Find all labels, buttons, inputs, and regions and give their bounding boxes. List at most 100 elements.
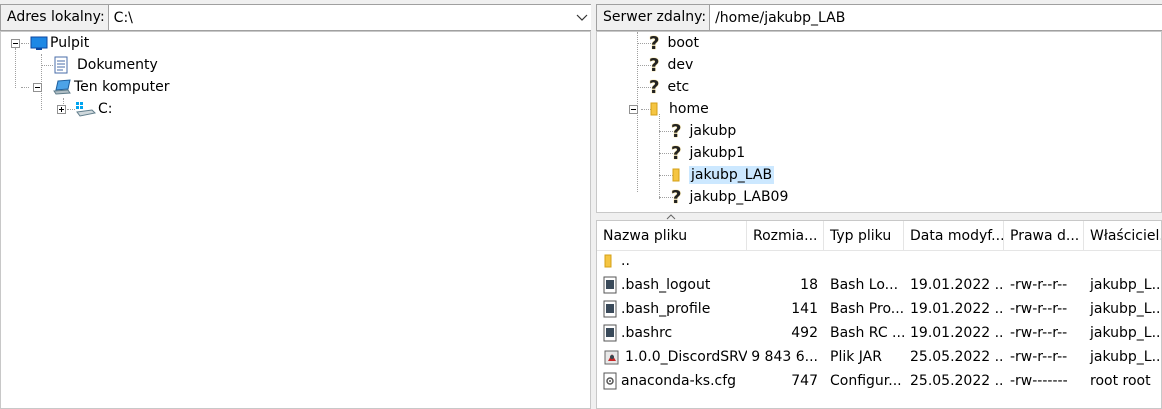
file-name: .bashrc [621,325,673,341]
file-name: .bash_profile [621,301,711,317]
remote-address-input[interactable] [710,5,1162,30]
unknown-icon: ? [649,54,660,76]
drive-icon [76,102,96,117]
tree-node-label: jakubp_LAB09 [689,189,789,205]
file-row[interactable]: .bash_logout 18 Bash Lo... 19.01.2022 ..… [597,273,1161,297]
file-name: .bash_logout [621,277,711,293]
remote-panel: Serwer zdalny: ? boot ? dev [596,0,1162,409]
file-permissions: -rw-r--r-- [1010,325,1068,341]
file-permissions: -rw-r--r-- [1010,301,1068,317]
folder-icon [650,102,658,116]
file-row[interactable]: 1.0.0_DiscordSRV... 9 843 6... Plik JAR … [597,345,1162,369]
config-icon [603,372,617,390]
file-name: 1.0.0_DiscordSRV... [625,349,747,365]
tree-node-home[interactable]: home [649,98,711,120]
column-header-owner[interactable]: Właściciel... [1084,221,1161,251]
tree-node-ten-komputer[interactable]: Ten komputer [52,76,172,98]
file-owner: root root [1090,373,1151,389]
file-size: 492 [791,325,818,341]
unknown-icon: ? [671,120,682,142]
tree-node-label: boot [667,35,699,51]
column-header-name[interactable]: Nazwa pliku [597,221,747,251]
tree-node-label: Dokumenty [77,57,158,73]
computer-icon [53,79,71,95]
tree-node-label: jakubp [689,123,737,139]
column-header-permissions[interactable]: Prawa d... [1004,221,1084,251]
file-type: Configur... [830,373,902,389]
file-size: 747 [791,373,818,389]
local-address-input[interactable] [108,5,593,30]
unknown-icon: ? [671,186,682,208]
file-permissions: -rw------- [1010,373,1068,389]
unknown-icon: ? [671,142,682,164]
file-permissions: -rw-r--r-- [1010,277,1068,293]
chevron-down-icon[interactable] [575,10,589,24]
tree-node-jakubp1[interactable]: ? jakubp1 [671,142,747,164]
local-address-label: Adres lokalny: [0,4,108,31]
file-name: .. [621,253,630,269]
local-address-bar: Adres lokalny: [0,4,594,31]
folder-icon [604,254,612,268]
horizontal-splitter[interactable] [596,213,1162,220]
tree-node-jakubp[interactable]: ? jakubp [671,120,738,142]
tree-node-label: Pulpit [50,35,90,51]
file-date: 25.05.2022 ... [910,349,1004,365]
file-permissions: -rw-r--r-- [1010,349,1068,365]
local-directory-tree[interactable]: Pulpit Dokumenty Ten komputer C: [0,31,591,409]
file-owner: jakubp_L... [1090,349,1162,365]
tree-node-dokumenty[interactable]: Dokumenty [53,54,160,76]
file-size: 141 [791,301,818,317]
remote-address-label: Serwer zdalny: [596,4,710,31]
desktop-icon [30,36,48,50]
tree-node-jakubp-lab[interactable]: jakubp_LAB [671,164,775,186]
file-date: 19.01.2022 ... [910,277,1004,293]
tree-node-label: dev [667,57,694,73]
file-owner: jakubp_L... [1090,325,1162,341]
remote-directory-tree[interactable]: ? boot ? dev ? etc home ? jakubp ? jakub… [596,31,1162,213]
local-panel: Adres lokalny: Pulpit Dokumenty [0,0,594,409]
file-date: 19.01.2022 ... [910,301,1004,317]
file-size: 18 [800,277,818,293]
tree-node-label: etc [667,79,690,95]
file-row-parent[interactable]: .. [597,249,1161,273]
local-address-combobox[interactable] [107,4,594,31]
file-date: 25.05.2022 ... [910,373,1004,389]
file-row[interactable]: anaconda-ks.cfg 747 Configur... 25.05.20… [597,369,1161,393]
tree-node-label: jakubp_LAB [689,166,775,184]
file-type: Bash RC ... [830,325,904,341]
home-collapse-toggle[interactable] [629,105,638,114]
file-icon [603,276,617,294]
tree-node-label: jakubp1 [689,145,746,161]
tree-node-jakubp-lab09[interactable]: ? jakubp_LAB09 [671,186,790,208]
file-type: Plik JAR [830,349,882,365]
file-row[interactable]: .bashrc 492 Bash RC ... 19.01.2022 ... -… [597,321,1162,345]
file-name: anaconda-ks.cfg [621,373,737,389]
file-list-header: Nazwa pliku Rozmia... Typ pliku Data mod… [597,221,1161,251]
file-owner: jakubp_L... [1090,301,1162,317]
pulpit-collapse-toggle[interactable] [11,39,20,48]
tree-node-etc[interactable]: ? etc [649,76,691,98]
tree-node-c-drive[interactable]: C: [74,98,115,120]
column-header-size[interactable]: Rozmia... [747,221,824,251]
tree-node-boot[interactable]: ? boot [649,32,701,54]
filezilla-window: Adres lokalny: Pulpit Dokumenty [0,0,1162,409]
ten-komputer-collapse-toggle[interactable] [33,83,42,92]
file-icon [603,300,617,318]
tree-node-label: C: [98,101,113,117]
c-drive-expand-toggle[interactable] [57,105,66,114]
remote-file-list[interactable]: Nazwa pliku Rozmia... Typ pliku Data mod… [596,220,1162,409]
unknown-icon: ? [649,32,660,54]
tree-node-label: Ten komputer [74,79,170,95]
tree-node-pulpit[interactable]: Pulpit [30,32,91,54]
unknown-icon: ? [649,76,660,98]
file-size: 9 843 6... [751,349,818,365]
file-type: Bash Pro... [830,301,904,317]
tree-node-dev[interactable]: ? dev [649,54,695,76]
remote-address-bar: Serwer zdalny: [596,4,1162,31]
file-icon [603,324,617,342]
column-header-type[interactable]: Typ pliku [824,221,904,251]
column-header-date[interactable]: Data modyf... [904,221,1004,251]
tree-node-label: home [669,101,709,117]
file-row[interactable]: .bash_profile 141 Bash Pro... 19.01.2022… [597,297,1162,321]
remote-address-combobox[interactable] [709,4,1162,31]
